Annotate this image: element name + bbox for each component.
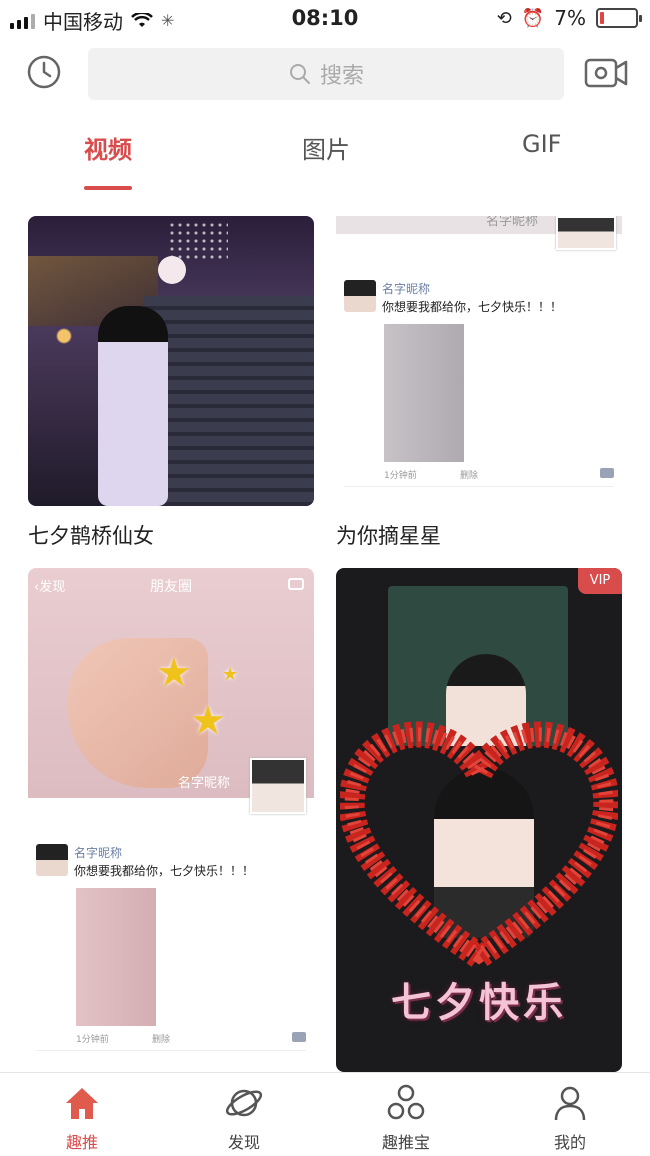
overlay-text: 七夕快乐 — [391, 980, 567, 1026]
nav-label: 发现 — [227, 1133, 260, 1152]
template-card-moments[interactable]: ★ ★ ★ ‹发现 朋友圈 名字昵称 名字昵称 你想要我都给你，七夕快乐！！！ … — [28, 568, 314, 1072]
thumbnail-avatar — [556, 216, 616, 250]
post-delete: 删除 — [152, 1035, 171, 1045]
strip-name: 名字昵称 — [486, 216, 539, 229]
card-caption[interactable]: 为你摘星星 — [336, 520, 441, 550]
bottom-nav: 趣推 发现 趣推宝 我的 — [0, 1072, 650, 1156]
search-icon — [289, 64, 310, 84]
thumbnail-avatar — [250, 758, 306, 814]
moments-title: 朋友圈 — [150, 579, 192, 595]
rose-heart-frame — [340, 721, 618, 968]
post-delete: 删除 — [460, 471, 479, 481]
circles-icon — [387, 1084, 425, 1120]
category-tabs: 视频 图片 GIF — [0, 130, 650, 194]
post-name: 名字昵称 — [382, 282, 431, 296]
camera-icon[interactable] — [584, 56, 628, 90]
nav-label: 趣推宝 — [381, 1133, 430, 1152]
post-image — [76, 888, 156, 1026]
nav-item-qutuibao[interactable]: 趣推宝 — [346, 1083, 466, 1153]
fairy-figure — [98, 306, 168, 506]
post-time: 1分钟前 — [384, 471, 417, 481]
search-placeholder: 搜索 — [319, 64, 364, 89]
avatar — [36, 844, 68, 876]
tab-indicator — [84, 186, 132, 190]
vip-badge: VIP — [578, 568, 622, 594]
clock-icon[interactable] — [26, 54, 62, 90]
star-icon: ★ — [156, 650, 192, 696]
rotation-lock-icon: ⟲ — [496, 7, 512, 29]
nav-item-mine[interactable]: 我的 — [510, 1083, 630, 1153]
camera-icon — [288, 578, 304, 590]
fan-image — [158, 256, 186, 284]
template-card-heart[interactable]: 七夕快乐 VIP — [336, 568, 622, 1072]
nav-label: 我的 — [553, 1133, 586, 1152]
star-icon: ★ — [222, 664, 239, 685]
template-feed: 七夕鹊桥仙女 名字昵称 名字昵称 你想要我都给你，七夕快乐！！！ 1分钟前 删除… — [0, 216, 650, 1072]
post-time: 1分钟前 — [76, 1035, 109, 1045]
tab-gif[interactable]: GIF — [522, 130, 561, 158]
tab-images[interactable]: 图片 — [302, 130, 350, 165]
battery-icon — [596, 8, 642, 28]
tab-video[interactable]: 视频 — [84, 130, 132, 165]
user-icon — [554, 1086, 586, 1121]
status-bar: 中国移动 ✳ 08:10 ⟲ ⏰ 7% — [0, 0, 650, 36]
comment-icon — [600, 468, 614, 478]
template-card-fairy[interactable] — [28, 216, 314, 506]
battery-percent: 7% — [554, 6, 586, 30]
star-icon: ★ — [190, 698, 226, 744]
nav-label: 趣推 — [65, 1133, 98, 1152]
comment-icon — [292, 1032, 306, 1042]
header: 搜索 — [0, 46, 650, 102]
search-bar[interactable]: 搜索 — [88, 48, 564, 100]
post-message: 你想要我都给你，七夕快乐！！！ — [382, 300, 563, 314]
post-message: 你想要我都给你，七夕快乐！！！ — [74, 864, 255, 878]
nav-item-discover[interactable]: 发现 — [184, 1083, 304, 1153]
alarm-icon: ⏰ — [521, 7, 545, 29]
nav-item-qutui[interactable]: 趣推 — [22, 1083, 142, 1153]
card-caption[interactable]: 七夕鹊桥仙女 — [28, 520, 154, 550]
post-image — [384, 324, 464, 462]
post-name: 名字昵称 — [74, 846, 123, 860]
planet-icon — [225, 1089, 263, 1117]
overlay-name: 名字昵称 — [178, 776, 231, 791]
home-icon — [66, 1088, 98, 1119]
avatar — [344, 280, 376, 312]
template-card-stars[interactable]: 名字昵称 名字昵称 你想要我都给你，七夕快乐！！！ 1分钟前 删除 — [336, 216, 622, 496]
